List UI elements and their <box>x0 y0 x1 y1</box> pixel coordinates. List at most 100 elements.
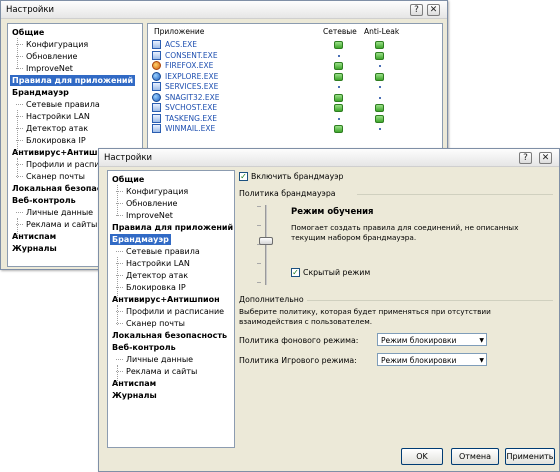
leak-status-default-icon[interactable] <box>378 128 381 130</box>
help-button[interactable]: ? <box>410 4 423 16</box>
tree-item-3[interactable]: ImproveNet <box>116 210 173 221</box>
cancel-button[interactable]: Отмена <box>451 448 499 465</box>
tree-item-15[interactable]: Личные данные <box>15 207 93 218</box>
title-bar: Настройки ? ✕ <box>1 1 447 19</box>
tree-item-16[interactable]: Реклама и сайты <box>15 219 97 230</box>
tree-item-1[interactable]: Конфигурация <box>15 39 88 50</box>
game-policy-value: Режим блокировки <box>381 356 457 365</box>
app-name[interactable]: FIREFOX.EXE <box>165 61 213 71</box>
enable-firewall-checkbox[interactable]: ✓ <box>239 172 248 181</box>
tree-item-3[interactable]: ImproveNet <box>16 63 73 74</box>
tree-item-14[interactable]: Веб-контроль <box>112 342 176 353</box>
slider-tick <box>257 225 261 226</box>
tree-item-5[interactable]: Брандмауэр <box>110 234 171 245</box>
app-name[interactable]: WINMAIL.EXE <box>165 124 215 134</box>
app-row[interactable]: TASKENG.EXE <box>152 113 442 124</box>
tree-item-18[interactable]: Журналы <box>112 390 157 401</box>
column-header-leak[interactable]: Anti-Leak <box>364 27 399 36</box>
tree-item-17[interactable]: Антиспам <box>112 378 156 389</box>
net-status-allow-icon[interactable] <box>334 41 343 49</box>
leak-status-allow-icon[interactable] <box>375 104 384 112</box>
firewall-settings-pane: ✓ Включить брандмауэр Политика брандмауэ… <box>237 169 555 443</box>
tree-item-9[interactable]: Блокировка IP <box>116 282 186 293</box>
app-row[interactable]: SERVICES.EXE <box>152 82 442 92</box>
tree-item-12[interactable]: Сканер почты <box>116 318 185 329</box>
column-header-app[interactable]: Приложение <box>154 27 204 36</box>
tree-item-13[interactable]: Локальная безопасность <box>112 330 227 341</box>
tree-item-2[interactable]: Обновление <box>115 198 177 209</box>
net-status-allow-icon[interactable] <box>334 125 343 133</box>
tree-item-9[interactable]: Блокировка IP <box>16 135 86 146</box>
slider-tick <box>257 263 261 264</box>
net-status-default-icon[interactable] <box>337 86 340 88</box>
advanced-group-label: Дополнительно <box>239 295 304 304</box>
app-name[interactable]: CONSENT.EXE <box>165 51 218 61</box>
tree-item-0[interactable]: Общие <box>12 27 44 38</box>
window-icon <box>152 103 161 112</box>
tree-item-10[interactable]: Антивирус+Антишпион <box>112 294 220 305</box>
tree-item-4[interactable]: Правила для приложений <box>112 222 233 233</box>
tree-item-4[interactable]: Правила для приложений <box>10 75 136 86</box>
tree-item-8[interactable]: Детектор атак <box>115 270 188 281</box>
bg-policy-value: Режим блокировки <box>381 336 457 345</box>
mail-icon <box>152 124 161 133</box>
app-row[interactable]: ACS.EXE <box>152 40 442 50</box>
tree-item-12[interactable]: Сканер почты <box>16 171 85 182</box>
app-name[interactable]: TASKENG.EXE <box>165 114 217 124</box>
tree-item-16[interactable]: Реклама и сайты <box>115 366 197 377</box>
leak-status-default-icon[interactable] <box>378 96 381 99</box>
net-status-allow-icon[interactable] <box>334 62 343 70</box>
app-name[interactable]: IEXPLORE.EXE <box>165 72 218 82</box>
net-status-default-icon[interactable] <box>337 117 340 120</box>
app-row[interactable]: CONSENT.EXE <box>152 50 442 61</box>
tree-item-0[interactable]: Общие <box>112 174 144 185</box>
policy-slider-thumb[interactable] <box>259 237 273 245</box>
chevron-down-icon: ▼ <box>479 337 484 344</box>
app-name[interactable]: SNAGIT32.EXE <box>165 93 220 103</box>
leak-status-default-icon[interactable] <box>378 65 381 67</box>
leak-status-allow-icon[interactable] <box>375 72 384 81</box>
tree-item-18[interactable]: Журналы <box>12 243 57 254</box>
app-row[interactable]: SVCHOST.EXE <box>152 103 442 113</box>
tree-item-14[interactable]: Веб-контроль <box>12 195 76 206</box>
bg-policy-dropdown[interactable]: Режим блокировки ▼ <box>377 333 487 346</box>
tree-item-17[interactable]: Антиспам <box>12 231 56 242</box>
app-name[interactable]: SVCHOST.EXE <box>165 103 217 113</box>
ok-button[interactable]: OK <box>401 448 443 465</box>
tree-item-1[interactable]: Конфигурация <box>115 186 188 197</box>
window-icon <box>152 50 161 60</box>
close-button[interactable]: ✕ <box>539 152 552 164</box>
net-status-allow-icon[interactable] <box>334 104 343 112</box>
window-icon <box>152 113 161 123</box>
app-name[interactable]: SERVICES.EXE <box>165 82 218 92</box>
column-header-net[interactable]: Сетевые <box>323 27 357 36</box>
tree-item-15[interactable]: Личные данные <box>115 354 193 365</box>
stealth-checkbox[interactable]: ✓ <box>291 268 300 277</box>
tree-item-2[interactable]: Обновление <box>15 51 77 62</box>
leak-status-allow-icon[interactable] <box>375 51 384 60</box>
app-row[interactable]: IEXPLORE.EXE <box>152 71 442 82</box>
leak-status-allow-icon[interactable] <box>375 41 384 49</box>
net-status-default-icon[interactable] <box>337 54 340 57</box>
tree-item-6[interactable]: Сетевые правила <box>16 99 100 110</box>
app-row[interactable]: WINMAIL.EXE <box>152 124 442 134</box>
net-status-allow-icon[interactable] <box>334 72 343 81</box>
help-button[interactable]: ? <box>519 152 532 164</box>
close-button[interactable]: ✕ <box>427 4 440 16</box>
leak-status-allow-icon[interactable] <box>375 114 384 123</box>
apply-button[interactable]: Применить <box>505 448 555 465</box>
net-status-allow-icon[interactable] <box>334 93 343 102</box>
app-row[interactable]: FIREFOX.EXE <box>152 61 442 71</box>
tree-item-6[interactable]: Сетевые правила <box>116 246 200 257</box>
app-row[interactable]: SNAGIT32.EXE <box>152 92 442 103</box>
tree-item-11[interactable]: Профили и расписание <box>115 306 224 317</box>
tree-item-11[interactable]: Профили и расписа <box>16 159 109 170</box>
app-name[interactable]: ACS.EXE <box>165 40 197 50</box>
game-policy-dropdown[interactable]: Режим блокировки ▼ <box>377 353 487 366</box>
tree-item-7[interactable]: Настройки LAN <box>16 111 90 122</box>
leak-status-default-icon[interactable] <box>378 86 381 88</box>
ie-icon <box>152 71 161 81</box>
tree-item-7[interactable]: Настройки LAN <box>116 258 190 269</box>
tree-item-8[interactable]: Детектор атак <box>15 123 88 134</box>
tree-item-5[interactable]: Брандмауэр <box>12 87 69 98</box>
